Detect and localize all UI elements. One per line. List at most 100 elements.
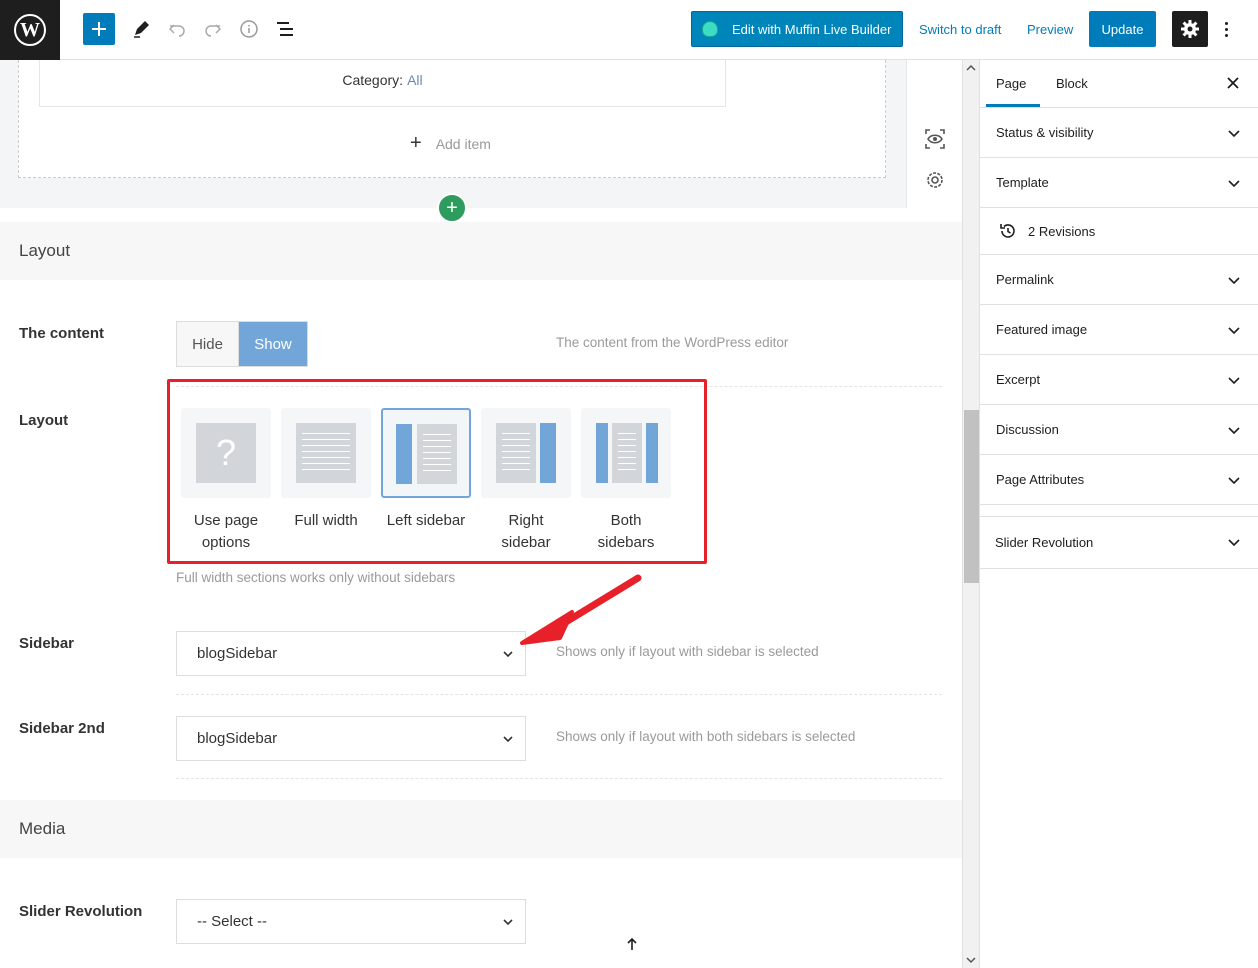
panel-template[interactable]: Template	[980, 158, 1258, 208]
hide-content-button[interactable]: Hide	[177, 322, 239, 366]
category-value[interactable]: All	[407, 72, 423, 88]
chevron-down-icon	[1228, 477, 1240, 485]
editor-canvas: Category: All + Add item + Layout The co…	[0, 60, 962, 968]
sidebar-tabs: Page Block	[980, 60, 1258, 108]
panel-revisions[interactable]: 2 Revisions	[980, 208, 1258, 255]
more-options-button[interactable]	[1216, 17, 1236, 41]
panel-page-attributes[interactable]: Page Attributes	[980, 455, 1258, 505]
panel-permalink[interactable]: Permalink	[980, 255, 1258, 305]
chevron-down-icon	[503, 736, 513, 743]
gear-icon	[1181, 20, 1199, 38]
info-icon	[240, 20, 258, 38]
redo-icon	[205, 24, 222, 37]
arrow-up-icon	[627, 937, 637, 950]
chevron-down-icon	[1228, 377, 1240, 385]
muffin-builder-label: Edit with Muffin Live Builder	[732, 21, 892, 37]
preview-toggle-button[interactable]	[923, 127, 947, 151]
panel-label: Featured image	[996, 322, 1088, 337]
panel-label: Page Attributes	[996, 472, 1085, 487]
layout-label: Layout	[19, 412, 69, 429]
chevron-down-icon	[1228, 539, 1240, 547]
panel-status-visibility[interactable]: Status & visibility	[980, 108, 1258, 158]
add-block-button[interactable]	[83, 13, 115, 45]
block-side-tools	[906, 60, 962, 208]
panel-label: Excerpt	[996, 372, 1041, 387]
tab-block[interactable]: Block	[1056, 76, 1088, 91]
add-item-label: Add item	[435, 135, 491, 152]
panel-label: 2 Revisions	[1028, 223, 1096, 239]
slider-select-value: -- Select --	[197, 913, 268, 930]
sidebar2-hint: Shows only if layout with both sidebars …	[556, 729, 856, 744]
slider-revolution-label: Slider Revolution	[19, 903, 143, 920]
layout-section-header: Layout	[0, 222, 962, 280]
full-width-hint: Full width sections works only without s…	[176, 570, 456, 585]
sidebar-hint: Shows only if layout with sidebar is sel…	[556, 644, 819, 659]
item-card[interactable]: Category: All	[39, 60, 726, 107]
list-view-button[interactable]	[271, 15, 299, 43]
panel-excerpt[interactable]: Excerpt	[980, 355, 1258, 405]
plus-icon	[92, 22, 106, 36]
chevron-down-icon	[503, 651, 513, 658]
panel-label: Discussion	[996, 422, 1059, 437]
wordpress-logo-icon[interactable]: W	[0, 0, 60, 60]
add-item-button[interactable]: + Add item	[410, 132, 491, 155]
sidebar2-select-value: blogSidebar	[197, 730, 278, 747]
close-icon[interactable]	[1224, 74, 1242, 92]
chevron-down-icon	[503, 919, 513, 926]
sidebar-select[interactable]: blogSidebar	[176, 631, 526, 676]
pencil-icon	[134, 21, 149, 38]
chevron-down-icon	[1228, 427, 1240, 435]
undo-icon	[168, 24, 185, 37]
divider	[176, 778, 942, 779]
list-view-icon	[277, 22, 293, 36]
content-hint: The content from the WordPress editor	[556, 335, 789, 350]
panel-label: Slider Revolution	[995, 535, 1094, 550]
content-label: The content	[19, 325, 104, 342]
redo-button[interactable]	[199, 15, 227, 43]
editor-header: W Edit with Muffin Live Builder Switch t…	[0, 0, 1258, 60]
divider	[176, 694, 942, 695]
chevron-down-icon	[1228, 180, 1240, 188]
add-section-button[interactable]: +	[437, 193, 467, 223]
undo-button[interactable]	[163, 15, 191, 43]
panel-discussion[interactable]: Discussion	[980, 405, 1258, 455]
scrollbar-thumb[interactable]	[964, 410, 979, 583]
cog-icon	[927, 172, 943, 188]
block-area: Category: All + Add item	[0, 60, 906, 208]
chevron-down-icon	[1228, 130, 1240, 138]
settings-button[interactable]	[1172, 11, 1208, 47]
category-label: Category:	[342, 72, 404, 88]
chevron-down-icon	[1228, 277, 1240, 285]
sidebar-select-value: blogSidebar	[197, 645, 278, 662]
content-toggle: Hide Show	[176, 321, 308, 367]
active-tab-indicator	[986, 104, 1040, 107]
plus-icon: +	[410, 132, 422, 154]
panel-featured-image[interactable]: Featured image	[980, 305, 1258, 355]
block-settings-button[interactable]	[923, 168, 947, 192]
panel-label: Status & visibility	[996, 125, 1094, 140]
scroll-down-icon[interactable]	[966, 956, 976, 964]
edit-tools-button[interactable]	[127, 15, 155, 43]
switch-to-draft-button[interactable]: Switch to draft	[919, 22, 1001, 37]
scroll-up-icon[interactable]	[966, 64, 976, 72]
slider-revolution-select[interactable]: -- Select --	[176, 899, 526, 944]
preview-button[interactable]: Preview	[1027, 22, 1073, 37]
sidebar-label: Sidebar	[19, 635, 75, 652]
muffin-builder-button[interactable]: Edit with Muffin Live Builder	[691, 11, 903, 47]
details-button[interactable]	[235, 15, 263, 43]
sidebar2-select[interactable]: blogSidebar	[176, 716, 526, 761]
eye-scan-icon	[925, 129, 945, 149]
editor-scrollbar[interactable]	[962, 60, 979, 968]
show-content-button[interactable]: Show	[239, 322, 307, 366]
panel-label: Permalink	[996, 272, 1054, 287]
scroll-to-top-button[interactable]	[624, 936, 640, 952]
muffin-icon	[702, 21, 718, 37]
annotation-highlight-box	[167, 379, 707, 564]
history-icon	[1000, 224, 1015, 238]
media-section-header: Media	[0, 800, 962, 858]
panel-label: Template	[996, 175, 1049, 190]
panel-slider-revolution[interactable]: Slider Revolution	[980, 517, 1258, 569]
tab-page[interactable]: Page	[996, 76, 1026, 91]
sidebar2-label: Sidebar 2nd	[19, 720, 105, 737]
update-button[interactable]: Update	[1089, 11, 1156, 47]
